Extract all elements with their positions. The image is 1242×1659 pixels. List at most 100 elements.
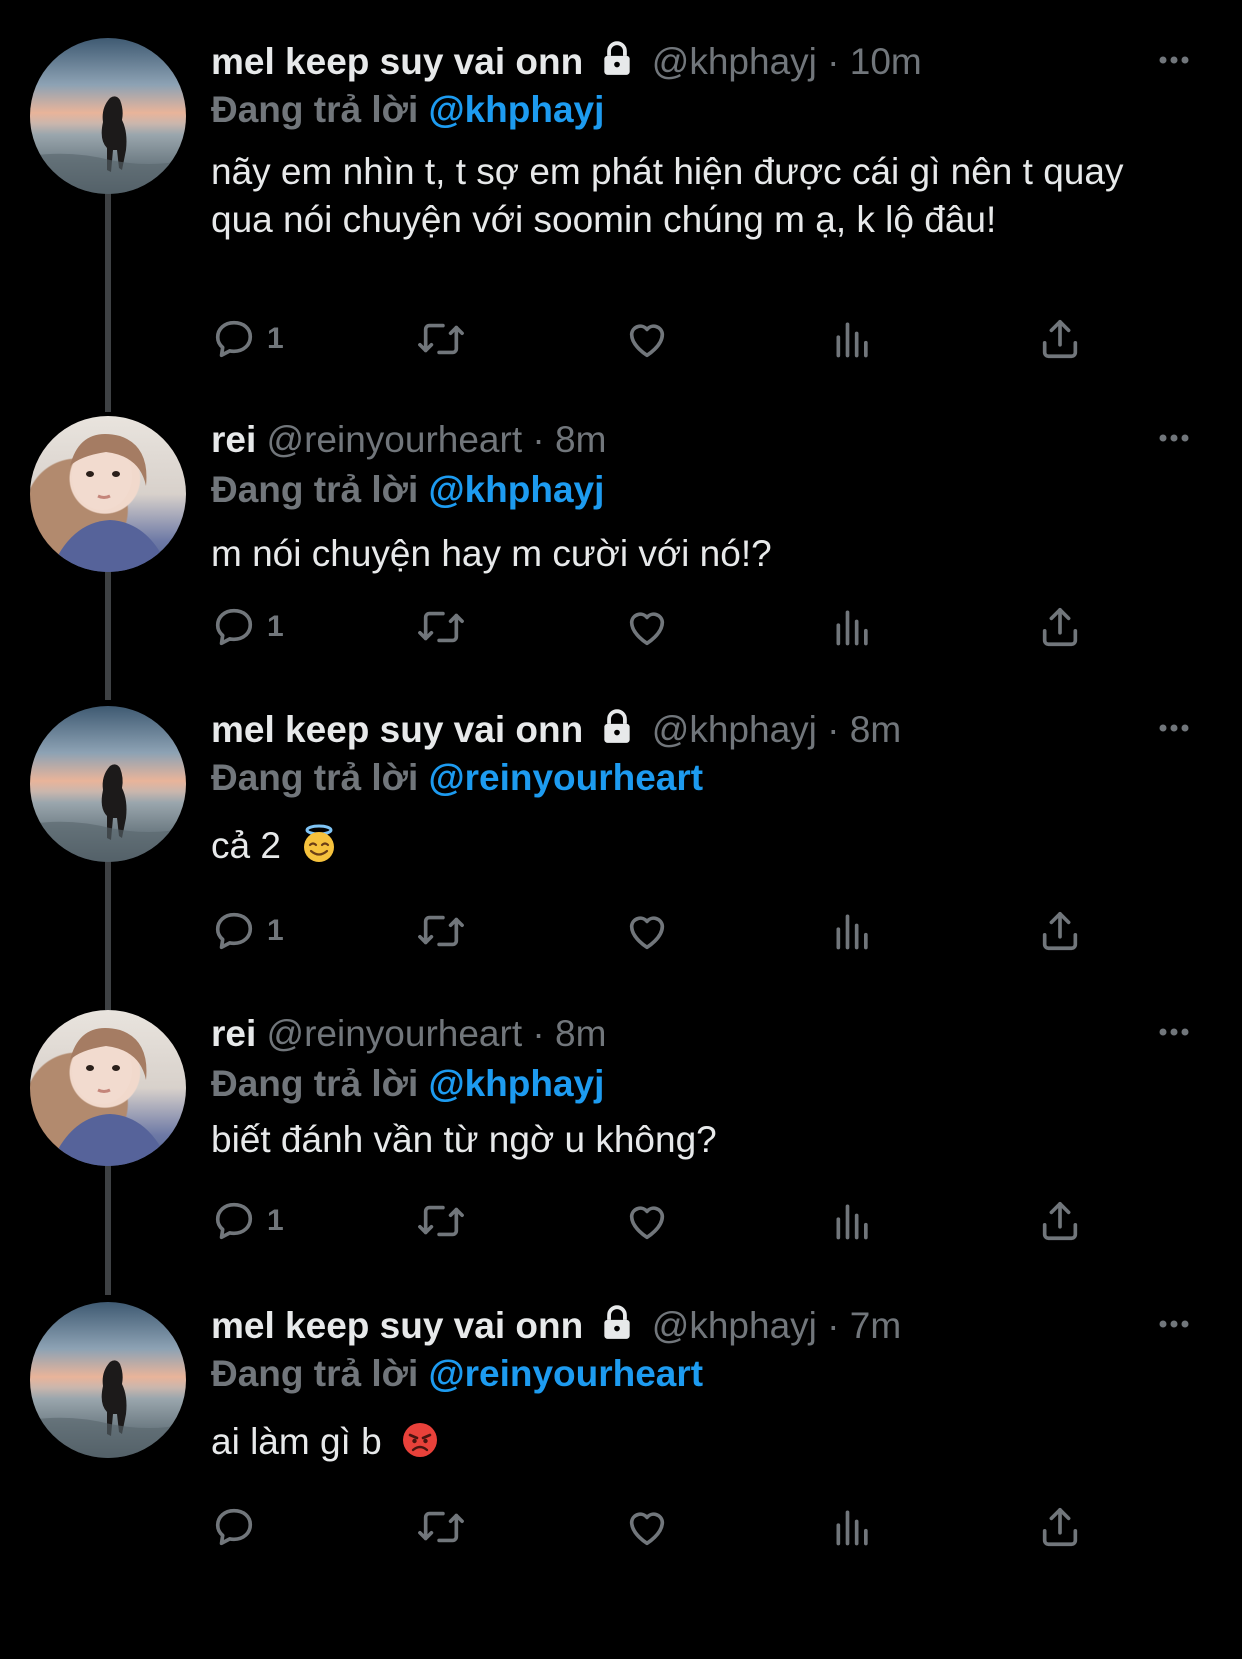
avatar[interactable] <box>30 416 186 572</box>
display-name[interactable]: rei <box>211 1013 256 1054</box>
retweet-button[interactable] <box>416 602 466 652</box>
share-icon <box>1042 319 1078 359</box>
like-icon <box>629 916 665 950</box>
mention-link[interactable]: @khphayj <box>429 469 605 510</box>
reply-button[interactable]: 1 <box>211 1196 284 1246</box>
action-bar: 1 <box>211 314 1091 364</box>
thread-line-4 <box>105 1165 111 1295</box>
display-name[interactable]: mel keep suy vai onn <box>211 709 583 750</box>
replying-to-label: Đang trả lời <box>211 757 419 798</box>
lock-icon <box>603 1305 630 1339</box>
replying-to-label: Đang trả lời <box>211 1353 419 1394</box>
timestamp[interactable]: 8m <box>850 709 901 750</box>
share-button[interactable] <box>1037 602 1083 652</box>
timestamp[interactable]: 8m <box>555 419 606 460</box>
retweet-button[interactable] <box>416 1502 466 1552</box>
display-name[interactable]: rei <box>211 419 256 460</box>
display-name[interactable]: mel keep suy vai onn <box>211 1305 583 1346</box>
lock-icon <box>603 709 630 743</box>
separator-dot: · <box>827 1305 840 1346</box>
handle[interactable]: @khphayj <box>652 709 817 750</box>
like-button[interactable] <box>623 906 671 956</box>
retweet-icon <box>418 611 464 643</box>
reply-count: 1 <box>267 914 284 947</box>
views-button[interactable] <box>831 906 875 956</box>
like-button[interactable] <box>623 314 671 364</box>
timestamp[interactable]: 7m <box>850 1305 901 1346</box>
share-button[interactable] <box>1037 1196 1083 1246</box>
replying-to-label: Đang trả lời <box>211 89 419 130</box>
reply-icon <box>215 320 253 358</box>
avatar[interactable] <box>30 1010 186 1166</box>
separator-dot: · <box>827 41 840 82</box>
replying-to-label: Đang trả lời <box>211 469 419 510</box>
share-button[interactable] <box>1037 314 1083 364</box>
views-icon <box>836 914 868 950</box>
mention-link[interactable]: @reinyourheart <box>429 757 704 798</box>
tweet-text-content: cả 2 <box>211 825 281 866</box>
angry-face-icon <box>402 1423 437 1457</box>
tweet-header: rei @reinyourheart · 8m <box>211 1010 606 1058</box>
mention-link[interactable]: @reinyourheart <box>429 1353 704 1394</box>
reply-button[interactable]: 1 <box>211 906 284 956</box>
action-bar: 1 <box>211 1196 1091 1246</box>
share-icon <box>1042 1201 1078 1241</box>
like-button[interactable] <box>623 1196 671 1246</box>
tweet-header: rei @reinyourheart · 8m <box>211 416 606 464</box>
avatar[interactable] <box>30 706 186 862</box>
views-button[interactable] <box>831 602 875 652</box>
more-icon[interactable] <box>1154 1304 1194 1344</box>
tweet-text: cả 2 <box>211 822 1171 870</box>
separator-dot: · <box>532 419 545 460</box>
reply-count: 1 <box>267 1204 284 1237</box>
action-bar: 1 <box>211 602 1091 652</box>
views-button[interactable] <box>831 1196 875 1246</box>
views-button[interactable] <box>831 314 875 364</box>
like-icon <box>629 1206 665 1240</box>
more-icon[interactable] <box>1154 1012 1194 1052</box>
replying-to: Đang trả lời @khphayj <box>211 466 604 514</box>
retweet-button[interactable] <box>416 1196 466 1246</box>
more-icon[interactable] <box>1154 40 1194 80</box>
reply-button[interactable] <box>211 1502 267 1552</box>
timestamp[interactable]: 8m <box>555 1013 606 1054</box>
handle[interactable]: @reinyourheart <box>267 1013 523 1054</box>
retweet-icon <box>418 323 464 355</box>
more-icon[interactable] <box>1154 418 1194 458</box>
tweet-header: mel keep suy vai onn @khphayj · 10m <box>211 38 922 86</box>
reply-button[interactable]: 1 <box>211 314 284 364</box>
tweet-text: ai làm gì b <box>211 1418 1171 1466</box>
action-bar: 1 <box>211 906 1091 956</box>
thread-line-2 <box>105 570 111 700</box>
replying-to: Đang trả lời @reinyourheart <box>211 754 703 802</box>
like-button[interactable] <box>623 602 671 652</box>
mention-link[interactable]: @khphayj <box>429 89 605 130</box>
handle[interactable]: @khphayj <box>652 1305 817 1346</box>
reply-button[interactable]: 1 <box>211 602 284 652</box>
like-button[interactable] <box>623 1502 671 1552</box>
display-name[interactable]: mel keep suy vai onn <box>211 41 583 82</box>
more-icon[interactable] <box>1154 708 1194 748</box>
handle[interactable]: @khphayj <box>652 41 817 82</box>
reply-count: 1 <box>267 322 284 355</box>
views-icon <box>836 1204 868 1240</box>
retweet-icon <box>418 915 464 947</box>
like-icon <box>629 324 665 358</box>
lock-icon <box>603 41 630 75</box>
timestamp[interactable]: 10m <box>850 41 922 82</box>
thread-line-3 <box>105 860 111 1010</box>
smiling-face-with-halo-icon <box>304 824 335 862</box>
share-button[interactable] <box>1037 906 1083 956</box>
views-button[interactable] <box>831 1502 875 1552</box>
retweet-button[interactable] <box>416 906 466 956</box>
separator-dot: · <box>827 709 840 750</box>
handle[interactable]: @reinyourheart <box>267 419 523 460</box>
avatar[interactable] <box>30 1302 186 1458</box>
retweet-button[interactable] <box>416 314 466 364</box>
like-icon <box>629 612 665 646</box>
mention-link[interactable]: @khphayj <box>429 1063 605 1104</box>
share-button[interactable] <box>1037 1502 1083 1552</box>
reply-icon <box>215 1202 253 1240</box>
avatar[interactable] <box>30 38 186 194</box>
replying-to-label: Đang trả lời <box>211 1063 419 1104</box>
